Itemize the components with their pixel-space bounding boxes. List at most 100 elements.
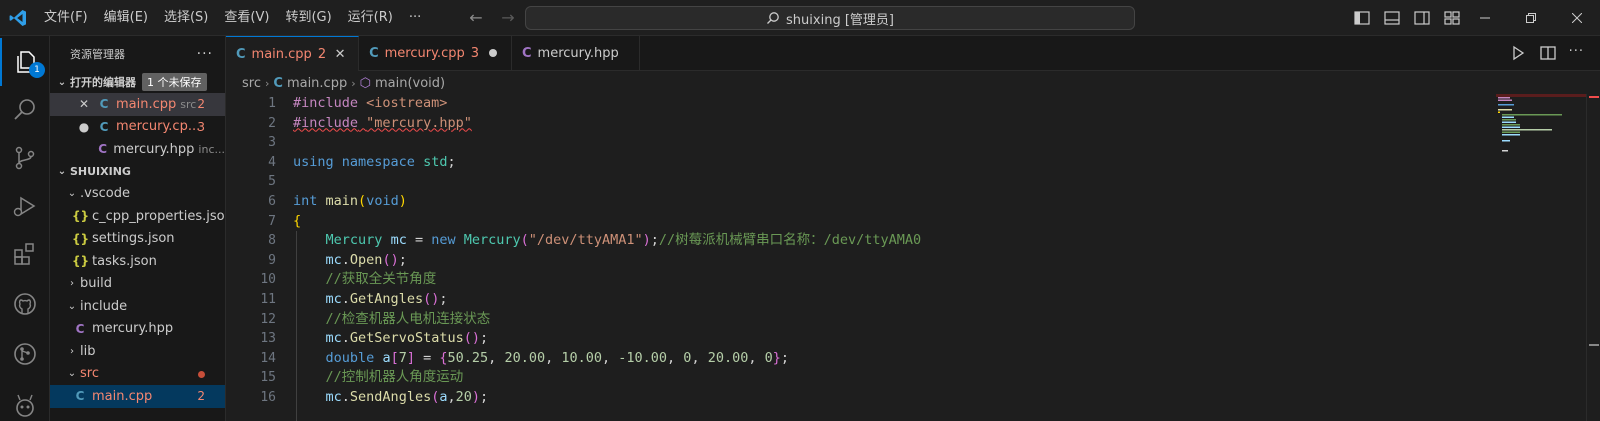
more-actions-icon[interactable]: ··· bbox=[197, 46, 213, 62]
run-debug-activity[interactable] bbox=[0, 182, 50, 230]
explorer-activity[interactable]: 1 bbox=[0, 38, 50, 86]
line-number: 13 bbox=[260, 331, 276, 347]
code-line-6: int main(void) bbox=[293, 192, 407, 209]
back-arrow-icon[interactable]: ← bbox=[466, 8, 486, 28]
breadcrumb-folder[interactable]: src bbox=[242, 76, 261, 91]
minimize-icon[interactable] bbox=[1462, 0, 1508, 36]
folder-lib[interactable]: › lib bbox=[50, 340, 225, 363]
menu-edit[interactable]: 编辑(E) bbox=[96, 0, 156, 36]
file-main-cpp[interactable]: C main.cpp 2 bbox=[50, 385, 225, 408]
folder-src[interactable]: ⌄ src bbox=[50, 363, 225, 386]
close-icon[interactable]: ✕ bbox=[332, 47, 348, 62]
breadcrumb-symbol[interactable]: main(void) bbox=[375, 76, 445, 91]
vertical-scrollbar[interactable] bbox=[1586, 94, 1600, 421]
token: void bbox=[366, 192, 399, 209]
line-number: 16 bbox=[260, 389, 276, 405]
folder-include[interactable]: ⌄ include bbox=[50, 295, 225, 318]
toggle-primary-sidebar-icon[interactable] bbox=[1352, 8, 1372, 28]
chevron-down-icon: ⌄ bbox=[57, 76, 67, 88]
line-number: 10 bbox=[260, 272, 276, 288]
token: //控制机器人角度运动 bbox=[325, 369, 464, 386]
folder-name: src bbox=[80, 366, 99, 382]
editor-tabs: C main.cpp 2 ✕ C mercury.cpp 3 C mercury… bbox=[226, 36, 1600, 71]
close-icon[interactable]: ✕ bbox=[76, 97, 92, 111]
line-number: 14 bbox=[260, 350, 276, 366]
layout-controls bbox=[1352, 8, 1462, 28]
code-line-16: mc.SendAngles(a,20); bbox=[325, 388, 489, 405]
open-editor-name: mercury.hpp bbox=[113, 141, 195, 157]
token: 20.00 bbox=[707, 349, 749, 366]
open-editor-mercury-cpp[interactable]: ● C mercury.cp... 3 bbox=[50, 116, 225, 139]
open-editor-main-cpp[interactable]: ✕ C main.cpp src 2 bbox=[50, 93, 225, 116]
split-editor-icon[interactable] bbox=[1539, 44, 1557, 62]
customize-layout-icon[interactable] bbox=[1442, 8, 1462, 28]
code-editor[interactable]: 1 2 3 4 5 6 7 8 9 10 11 12 13 14 15 16 #… bbox=[226, 94, 1600, 421]
token: std bbox=[423, 153, 448, 170]
extensions-activity[interactable] bbox=[0, 230, 50, 278]
json-file-icon: {} bbox=[72, 231, 90, 246]
menu-go[interactable]: 转到(G) bbox=[277, 0, 339, 36]
robot-activity[interactable] bbox=[0, 380, 50, 421]
workspace-header[interactable]: ⌄ SHUIXING bbox=[50, 161, 225, 183]
modified-dot-icon[interactable]: ● bbox=[76, 120, 92, 134]
tab-main-cpp[interactable]: C main.cpp 2 ✕ bbox=[226, 36, 360, 71]
open-editor-mercury-hpp[interactable]: C mercury.hpp inc... bbox=[50, 138, 225, 161]
code-line-2: #include "mercury.hpp" bbox=[293, 114, 921, 134]
folder-vscode[interactable]: ⌄ .vscode bbox=[50, 183, 225, 206]
run-icon[interactable] bbox=[1509, 44, 1527, 62]
tab-mercury-hpp[interactable]: C mercury.hpp bbox=[512, 36, 640, 71]
unsaved-badge: 1 个未保存 bbox=[142, 73, 207, 91]
breadcrumb: src › C main.cpp › ⬡ main(void) bbox=[226, 72, 1600, 94]
toggle-panel-icon[interactable] bbox=[1382, 8, 1402, 28]
line-number: 15 bbox=[260, 370, 276, 386]
minimap[interactable] bbox=[1496, 94, 1586, 421]
command-center-search[interactable]: shuixing [管理员] bbox=[525, 6, 1135, 30]
token: "/dev/ttyAMA1" bbox=[528, 232, 643, 249]
token: //获取全关节角度 bbox=[325, 271, 437, 288]
menu-more[interactable]: ··· bbox=[401, 0, 429, 36]
file-c-cpp-properties[interactable]: {} c_cpp_properties.json bbox=[50, 205, 225, 228]
line-number: 12 bbox=[260, 311, 276, 327]
json-file-icon: {} bbox=[72, 209, 90, 224]
token: using bbox=[293, 153, 334, 170]
toggle-secondary-sidebar-icon[interactable] bbox=[1412, 8, 1432, 28]
chevron-down-icon: ⌄ bbox=[67, 368, 77, 380]
git-graph-activity[interactable] bbox=[0, 330, 50, 378]
tab-label: mercury.hpp bbox=[537, 46, 619, 61]
menu-selection[interactable]: 选择(S) bbox=[156, 0, 216, 36]
folder-build[interactable]: › build bbox=[50, 273, 225, 296]
menu-view[interactable]: 查看(V) bbox=[216, 0, 277, 36]
source-control-activity[interactable] bbox=[0, 134, 50, 182]
file-settings-json[interactable]: {} settings.json bbox=[50, 228, 225, 251]
modified-dot-icon[interactable] bbox=[485, 46, 501, 61]
more-actions-icon[interactable]: ··· bbox=[1569, 44, 1584, 62]
file-name: main.cpp bbox=[92, 388, 153, 404]
error-marker bbox=[1589, 96, 1599, 98]
file-mercury-hpp[interactable]: C mercury.hpp bbox=[50, 318, 225, 341]
github-activity[interactable] bbox=[0, 280, 50, 328]
search-icon bbox=[14, 99, 35, 120]
tab-mercury-cpp[interactable]: C mercury.cpp 3 bbox=[359, 36, 512, 71]
workspace-title: SHUIXING bbox=[70, 165, 131, 178]
menu-run[interactable]: 运行(R) bbox=[340, 0, 401, 36]
menu-file[interactable]: 文件(F) bbox=[36, 0, 96, 36]
search-activity[interactable] bbox=[0, 86, 50, 134]
folder-name: .vscode bbox=[80, 186, 130, 202]
token: a bbox=[439, 388, 448, 405]
folder-name: include bbox=[80, 298, 128, 314]
sidebar-header: 资源管理器 ··· bbox=[50, 36, 225, 71]
token: -10.00 bbox=[618, 349, 668, 366]
close-window-icon[interactable] bbox=[1554, 0, 1600, 36]
activity-bar: 1 bbox=[0, 36, 50, 421]
breadcrumb-file[interactable]: main.cpp bbox=[287, 76, 347, 91]
forward-arrow-icon[interactable]: → bbox=[498, 8, 518, 28]
token: #include bbox=[293, 114, 359, 131]
cursor-marker bbox=[1589, 344, 1599, 346]
command-center-text: shuixing [管理员] bbox=[786, 12, 894, 28]
restore-icon[interactable] bbox=[1508, 0, 1554, 36]
json-file-icon: {} bbox=[72, 254, 90, 269]
open-editors-header[interactable]: ⌄ 打开的编辑器 1 个未保存 bbox=[50, 71, 225, 93]
tab-label: main.cpp bbox=[251, 46, 312, 62]
file-tasks-json[interactable]: {} tasks.json bbox=[50, 250, 225, 273]
